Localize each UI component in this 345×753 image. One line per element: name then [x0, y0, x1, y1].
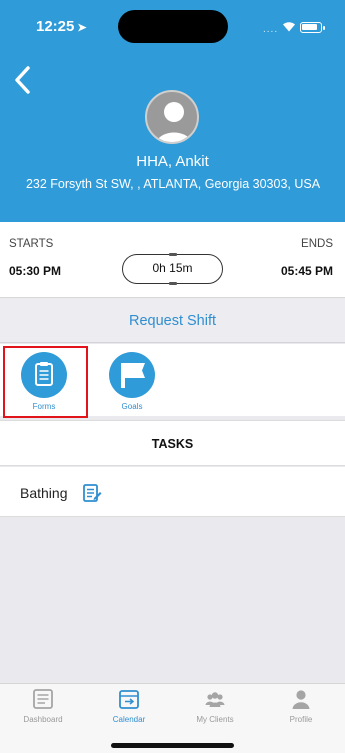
shift-times: STARTS 05:30 PM 0h 15m ENDS 05:45 PM — [0, 222, 345, 298]
tab-my-clients[interactable]: My Clients — [172, 688, 258, 732]
dynamic-island — [118, 10, 228, 43]
tab-calendar-label: Calendar — [112, 715, 146, 724]
forms-highlight-box — [3, 346, 88, 418]
flag-icon — [121, 363, 145, 388]
header: 12:25 ➤ .... HHA, Ankit 232 Forsyth St SW… — [0, 0, 345, 222]
form-document-icon[interactable] — [82, 483, 102, 503]
tasks-header: TASKS — [0, 420, 345, 466]
person-silhouette-icon — [156, 102, 192, 142]
status-bar: 12:25 ➤ .... — [0, 0, 345, 52]
end-time: 05:45 PM — [280, 264, 333, 278]
profile-icon — [292, 690, 310, 709]
status-time: 12:25 ➤ — [36, 18, 87, 35]
task-label: Bathing — [20, 485, 68, 501]
back-button[interactable] — [8, 62, 40, 98]
tab-calendar[interactable]: Calendar — [86, 688, 172, 732]
tab-profile[interactable]: Profile — [258, 688, 344, 732]
start-time: 05:30 PM — [9, 264, 62, 278]
goals-button[interactable]: Goals — [102, 350, 162, 412]
battery-icon — [300, 22, 325, 33]
dashboard-icon — [33, 689, 53, 709]
starts-label: STARTS — [9, 238, 54, 250]
tab-profile-label: Profile — [289, 715, 313, 724]
goals-circle — [109, 352, 155, 398]
signal-icon: .... — [263, 24, 279, 35]
home-indicator — [111, 743, 234, 748]
client-address: 232 Forsyth St SW, , ATLANTA, Georgia 30… — [25, 177, 321, 191]
avatar — [145, 90, 199, 144]
task-item-bathing[interactable]: Bathing — [0, 467, 345, 517]
clients-icon — [205, 692, 225, 707]
request-shift-button[interactable]: Request Shift — [0, 299, 345, 343]
goals-label: Goals — [121, 402, 143, 411]
tab-my-clients-label: My Clients — [196, 715, 234, 724]
calendar-icon — [119, 690, 139, 709]
wifi-icon — [283, 22, 295, 32]
tab-dashboard-label: Dashboard — [23, 715, 63, 724]
ends-label: ENDS — [301, 238, 333, 250]
tab-dashboard[interactable]: Dashboard — [0, 688, 86, 732]
duration-pill: 0h 15m — [122, 253, 223, 285]
location-arrow-icon: ➤ — [77, 22, 87, 34]
client-name: HHA, Ankit — [136, 153, 209, 170]
